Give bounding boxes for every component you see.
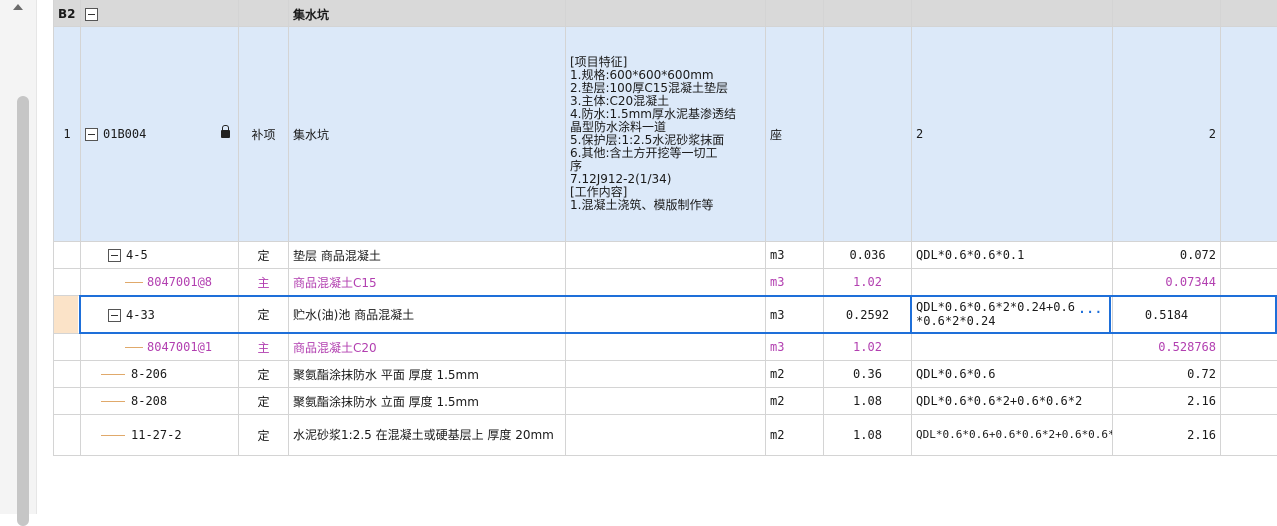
- collapse-icon[interactable]: [85, 8, 98, 21]
- tree-connector: [101, 435, 125, 436]
- item-code: 01B004: [103, 127, 146, 141]
- tree-connector: [125, 282, 143, 283]
- quota-code: 8-206: [131, 367, 167, 381]
- table-row[interactable]: 8047001@1 主 商品混凝土C20 m3 1.02 0.528768 3: [54, 334, 1277, 361]
- vertical-scrollbar[interactable]: [0, 0, 37, 514]
- item-expression[interactable]: 2: [912, 27, 1113, 242]
- editor-line: QDL*0.6*0.6*2*0.24+0.6: [916, 300, 1105, 314]
- quota-quantity: 0.5184: [1113, 296, 1221, 334]
- quota-quantity: 0.072: [1113, 242, 1221, 269]
- table-row[interactable]: 11-27-2 定 水泥砂浆1:2.5 在混凝土或硬基层上 厚度 20mm m2…: [54, 415, 1277, 456]
- scrollbar-thumb[interactable]: [17, 96, 29, 526]
- table-row[interactable]: 4-5 定 垫层 商品混凝土 m3 0.036 QDL*0.6*0.6*0.1 …: [54, 242, 1277, 269]
- quota-name: 聚氨酯涂抹防水 立面 厚度 1.5mm: [289, 388, 566, 415]
- expression-editor[interactable]: QDL*0.6*0.6*2*0.24+0.6 *0.6*2*0.24 ···: [910, 295, 1111, 334]
- feature-line: 1.混凝土浇筑、模版制作等: [570, 199, 761, 212]
- material-code: 8047001@8: [147, 275, 212, 289]
- editor-line: *0.6*2*0.24: [916, 314, 1105, 328]
- quota-type: 定: [239, 388, 289, 415]
- quota-code: 11-27-2: [131, 428, 182, 442]
- more-options-icon[interactable]: ···: [1078, 305, 1103, 319]
- material-quantity: 0.528768: [1113, 334, 1221, 361]
- tree-connector: [101, 401, 125, 402]
- quota-unit: m2: [766, 415, 824, 456]
- quota-content: 1.08: [824, 415, 912, 456]
- item-quantity: 2: [1113, 27, 1221, 242]
- quota-content: 0.036: [824, 242, 912, 269]
- material-content: 1.02: [824, 269, 912, 296]
- quota-type: 定: [239, 242, 289, 269]
- table-row[interactable]: 8047001@8 主 商品混凝土C15 m3 1.02 0.07344 3: [54, 269, 1277, 296]
- material-name: 商品混凝土C20: [289, 334, 566, 361]
- quota-name: 垫层 商品混凝土: [289, 242, 566, 269]
- table-row[interactable]: 8-208 定 聚氨酯涂抹防水 立面 厚度 1.5mm m2 1.08 QDL*…: [54, 388, 1277, 415]
- quota-expression[interactable]: QDL*0.6*0.6: [912, 361, 1113, 388]
- quota-quantity: 2.16: [1113, 388, 1221, 415]
- material-unit: m3: [766, 269, 824, 296]
- quota-unit: m2: [766, 388, 824, 415]
- material-extra: 3: [1221, 269, 1277, 296]
- lock-icon: [221, 130, 230, 138]
- quota-content: 0.36: [824, 361, 912, 388]
- material-expression[interactable]: [912, 269, 1113, 296]
- quota-expression[interactable]: QDL*0.6*0.6*0.1: [912, 242, 1113, 269]
- item-unit: 座: [766, 27, 824, 242]
- quota-expression[interactable]: QDL*0.6*0.6*2+0.6*0.6*2: [912, 388, 1113, 415]
- tree-connector: [101, 374, 125, 375]
- quota-type: 定: [239, 296, 289, 334]
- gutter: [37, 0, 53, 514]
- quota-type: 定: [239, 361, 289, 388]
- item-features[interactable]: [项目特征] 1.规格:600*600*600mm 2.垫层:100厚C15混凝…: [566, 27, 766, 242]
- material-quantity: 0.07344: [1113, 269, 1221, 296]
- scroll-up-icon[interactable]: [13, 4, 23, 10]
- material-extra: 3: [1221, 334, 1277, 361]
- collapse-icon[interactable]: [108, 309, 121, 322]
- quota-type: 定: [239, 415, 289, 456]
- collapse-icon[interactable]: [85, 128, 98, 141]
- row-number: 1: [54, 27, 81, 242]
- quota-code: 4-5: [126, 248, 148, 262]
- material-unit: m3: [766, 334, 824, 361]
- feature-line: 6.其他:含土方开挖等一切工: [570, 147, 761, 160]
- material-name: 商品混凝土C15: [289, 269, 566, 296]
- material-content: 1.02: [824, 334, 912, 361]
- current-row-marker: [54, 296, 78, 333]
- quota-code: 8-208: [131, 394, 167, 408]
- material-type: 主: [239, 334, 289, 361]
- quota-name: 水泥砂浆1:2.5 在混凝土或硬基层上 厚度 20mm: [289, 415, 566, 456]
- quota-unit: m2: [766, 361, 824, 388]
- quota-quantity: 2.16: [1113, 415, 1221, 456]
- table-row[interactable]: 8-206 定 聚氨酯涂抹防水 平面 厚度 1.5mm m2 0.36 QDL*…: [54, 361, 1277, 388]
- quota-code: 4-33: [126, 308, 155, 322]
- quota-grid: B2 集水坑 1 01B004 补项 集水坑 [项目特征] 1.规格:600*6…: [53, 0, 1277, 456]
- quota-content: 1.08: [824, 388, 912, 415]
- quota-quantity: 0.72: [1113, 361, 1221, 388]
- quota-unit: m3: [766, 242, 824, 269]
- bill-item-row[interactable]: 1 01B004 补项 集水坑 [项目特征] 1.规格:600*600*600m…: [54, 27, 1277, 242]
- quota-extra: [1221, 242, 1277, 269]
- quota-expression[interactable]: QDL*0.6*0.6+0.6*0.6*2+0.6*0.6*2: [912, 415, 1113, 456]
- tree-connector: [125, 347, 143, 348]
- quota-unit: m3: [766, 296, 824, 334]
- quota-name: 聚氨酯涂抹防水 平面 厚度 1.5mm: [289, 361, 566, 388]
- quota-name: 贮水(油)池 商品混凝土: [289, 296, 566, 334]
- quota-content: 0.2592: [824, 296, 912, 334]
- item-type: 补项: [239, 27, 289, 242]
- section-code: B2: [54, 0, 81, 27]
- section-row[interactable]: B2 集水坑: [54, 0, 1277, 27]
- section-name: 集水坑: [289, 0, 566, 27]
- item-name: 集水坑: [289, 27, 566, 242]
- material-code: 8047001@1: [147, 340, 212, 354]
- material-type: 主: [239, 269, 289, 296]
- collapse-icon[interactable]: [108, 249, 121, 262]
